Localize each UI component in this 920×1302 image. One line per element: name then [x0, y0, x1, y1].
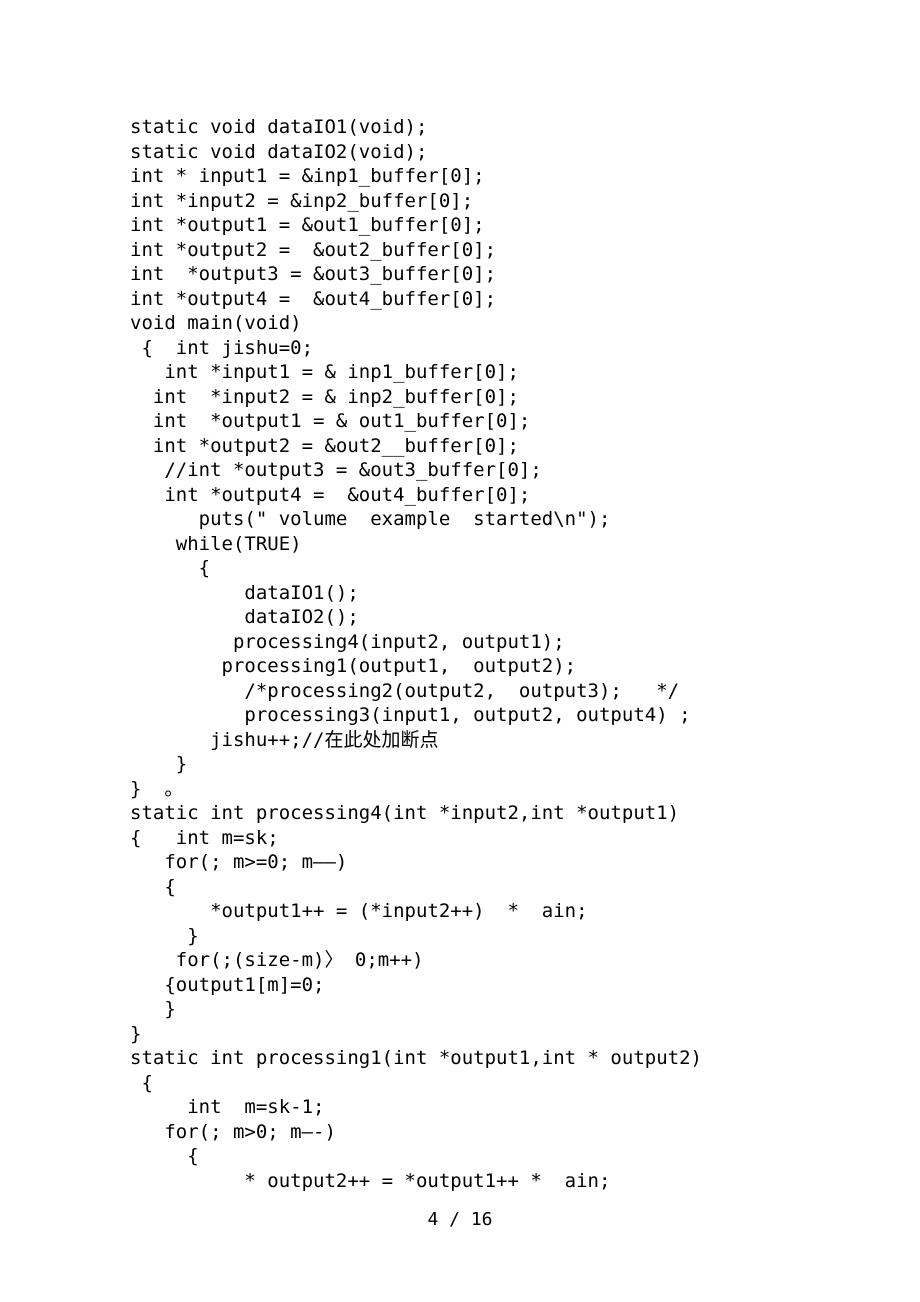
code-content: static void dataIO1(void); static void d… [130, 116, 702, 1192]
page-number: 4 / 16 [0, 1208, 920, 1233]
code-block: static void dataIO1(void); static void d… [0, 0, 920, 1193]
